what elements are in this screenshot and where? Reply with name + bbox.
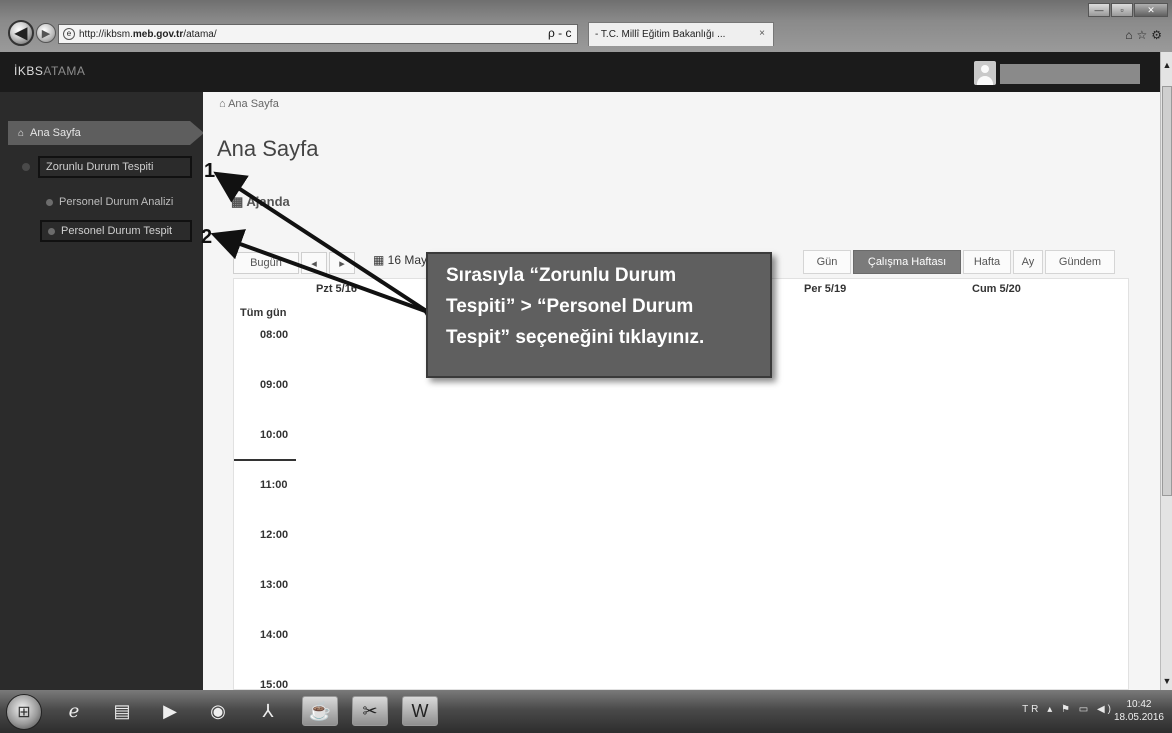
word-icon[interactable]: W [402,696,438,726]
sidebar-item-label: Personel Durum Analizi [59,196,174,208]
app-logo[interactable]: İKBSATAMA [14,64,85,78]
time-slot: 13:00 [260,579,289,591]
view-day-button[interactable]: Gün [803,250,851,274]
logo-strong: İKBS [14,64,44,78]
system-tray[interactable]: TR ▴ ⚑ ▭ ◀) [1022,704,1114,715]
globe-icon: e [63,28,75,40]
day-header-fri: Cum 5/20 [972,283,1021,295]
browser-tool-icons[interactable]: ⌂☆⚙ [1125,28,1166,42]
sidebar-item-label: Personel Durum Tespit [61,225,173,237]
tab-title: - T.C. Millî Eğitim Bakanlığı ... [595,29,726,40]
time-slot: 10:00 [260,429,289,441]
scroll-thumb[interactable] [1162,86,1172,496]
close-window-button[interactable]: ✕ [1134,3,1168,17]
sidebar-item-ana-sayfa[interactable]: ⌂ Ana Sayfa [8,121,204,145]
app-header: İKBSATAMA [0,52,1160,92]
browser-toolbar: ◀ ▶ e http://ikbsm. meb.gov.tr/atama/ ρ -… [0,0,1172,52]
tab-close-icon[interactable]: × [759,28,765,39]
logo-dim: ATAMA [43,64,86,78]
scroll-up-icon[interactable]: ▲ [1161,60,1172,74]
time-slot: 14:00 [260,629,289,641]
java-icon[interactable]: ☕ [302,696,338,726]
url-path: /atama/ [183,28,217,40]
scroll-down-icon[interactable]: ▼ [1161,676,1172,690]
search-refresh-icons[interactable]: ρ - c [548,26,572,40]
calendar-icon: ▦ [373,253,388,267]
agenda-heading: ▦ Ajanda [231,194,290,210]
time-slot: 12:00 [260,529,289,541]
time-slot: 09:00 [260,379,289,391]
window-controls: — ▫ ✕ [1088,3,1168,17]
agenda-label: Ajanda [246,194,290,209]
sniping-tool-icon[interactable]: ✂ [352,696,388,726]
step-marker-1: 1 [204,160,216,182]
windows-taskbar: ⊞ ℯ ▤ ▶ ◉ ⅄ ☕ ✂ W TR ▴ ⚑ ▭ ◀) 10:42 18.0… [0,690,1172,733]
back-button[interactable]: ◀ [8,20,34,46]
view-month-button[interactable]: Ay [1013,250,1043,274]
calendar-icon: ▦ [231,194,247,209]
sidebar-item-label: Ana Sayfa [30,127,81,139]
instruction-callout: Sırasıyla “Zorunlu Durum Tespiti” > “Per… [426,252,772,378]
sidebar-item-label: Zorunlu Durum Tespiti [46,161,154,173]
sidebar-item-personel-durum-analizi[interactable]: Personel Durum Analizi [46,196,173,208]
url-host: meb.gov.tr [132,28,184,40]
clock[interactable]: 10:42 18.05.2016 [1114,698,1164,724]
bullet-icon [48,227,55,235]
maximize-button[interactable]: ▫ [1111,3,1133,17]
chrome-icon[interactable]: ◉ [200,696,236,726]
step-marker-2: 2 [201,226,213,248]
home-icon: ⌂ [219,98,229,110]
callout-line-3: Tespit” seçeneğini tıklayınız. [446,327,705,348]
main-content: ⌂ Ana Sayfa Ana Sayfa ▦ Ajanda Bugün ◂ ▸… [203,92,1160,691]
sidebar-item-zorunlu-durum-tespiti[interactable]: Zorunlu Durum Tespiti [38,156,192,178]
callout-line-2: Tespiti” > “Personel Durum [446,296,694,317]
prev-week-button[interactable]: ◂ [301,252,327,274]
page-title: Ana Sayfa [217,136,319,161]
minimize-button[interactable]: — [1088,3,1110,17]
current-time-line [234,459,296,461]
time-slot: 11:00 [260,479,288,491]
browser-tab[interactable]: - T.C. Millî Eğitim Bakanlığı ... × [588,22,774,46]
all-day-label: Tüm gün [240,307,287,319]
next-week-button[interactable]: ▸ [329,252,355,274]
today-button[interactable]: Bugün [233,252,299,274]
avatar[interactable] [974,61,996,85]
user-name-box[interactable] [1000,64,1140,84]
sidebar: ⌂ Ana Sayfa Zorunlu Durum Tespiti Person… [0,92,204,690]
acrobat-icon[interactable]: ⅄ [250,696,286,726]
url-prefix: http://ikbsm. [79,28,133,40]
view-workweek-button[interactable]: Çalışma Haftası [853,250,961,274]
clock-time: 10:42 [1126,699,1152,710]
bullet-icon [46,198,53,206]
media-player-icon[interactable]: ▶ [152,696,188,726]
internet-explorer-icon[interactable]: ℯ [56,696,92,726]
clock-date: 18.05.2016 [1113,712,1164,723]
address-bar[interactable]: e http://ikbsm. meb.gov.tr/atama/ [58,24,578,44]
callout-line-1: Sırasıyla “Zorunlu Durum [446,265,677,286]
day-header-thu: Per 5/19 [804,283,847,295]
language-indicator[interactable]: TR [1022,704,1041,715]
view-week-button[interactable]: Hafta [963,250,1011,274]
forward-button[interactable]: ▶ [36,23,56,43]
start-button[interactable]: ⊞ [6,694,42,730]
folder-icon[interactable]: ▤ [104,696,140,726]
day-header-mon: Pzt 5/16 [316,283,357,295]
breadcrumb: ⌂ Ana Sayfa [219,98,279,110]
breadcrumb-item[interactable]: Ana Sayfa [228,98,279,110]
home-icon: ⌂ [18,127,25,139]
time-slot: 08:00 [260,329,289,341]
page-scrollbar[interactable]: ▲ ▼ [1160,52,1172,690]
sidebar-item-personel-durum-tespit[interactable]: Personel Durum Tespit [40,220,192,242]
menu-bullet-icon [22,163,30,171]
view-agenda-button[interactable]: Gündem [1045,250,1115,274]
